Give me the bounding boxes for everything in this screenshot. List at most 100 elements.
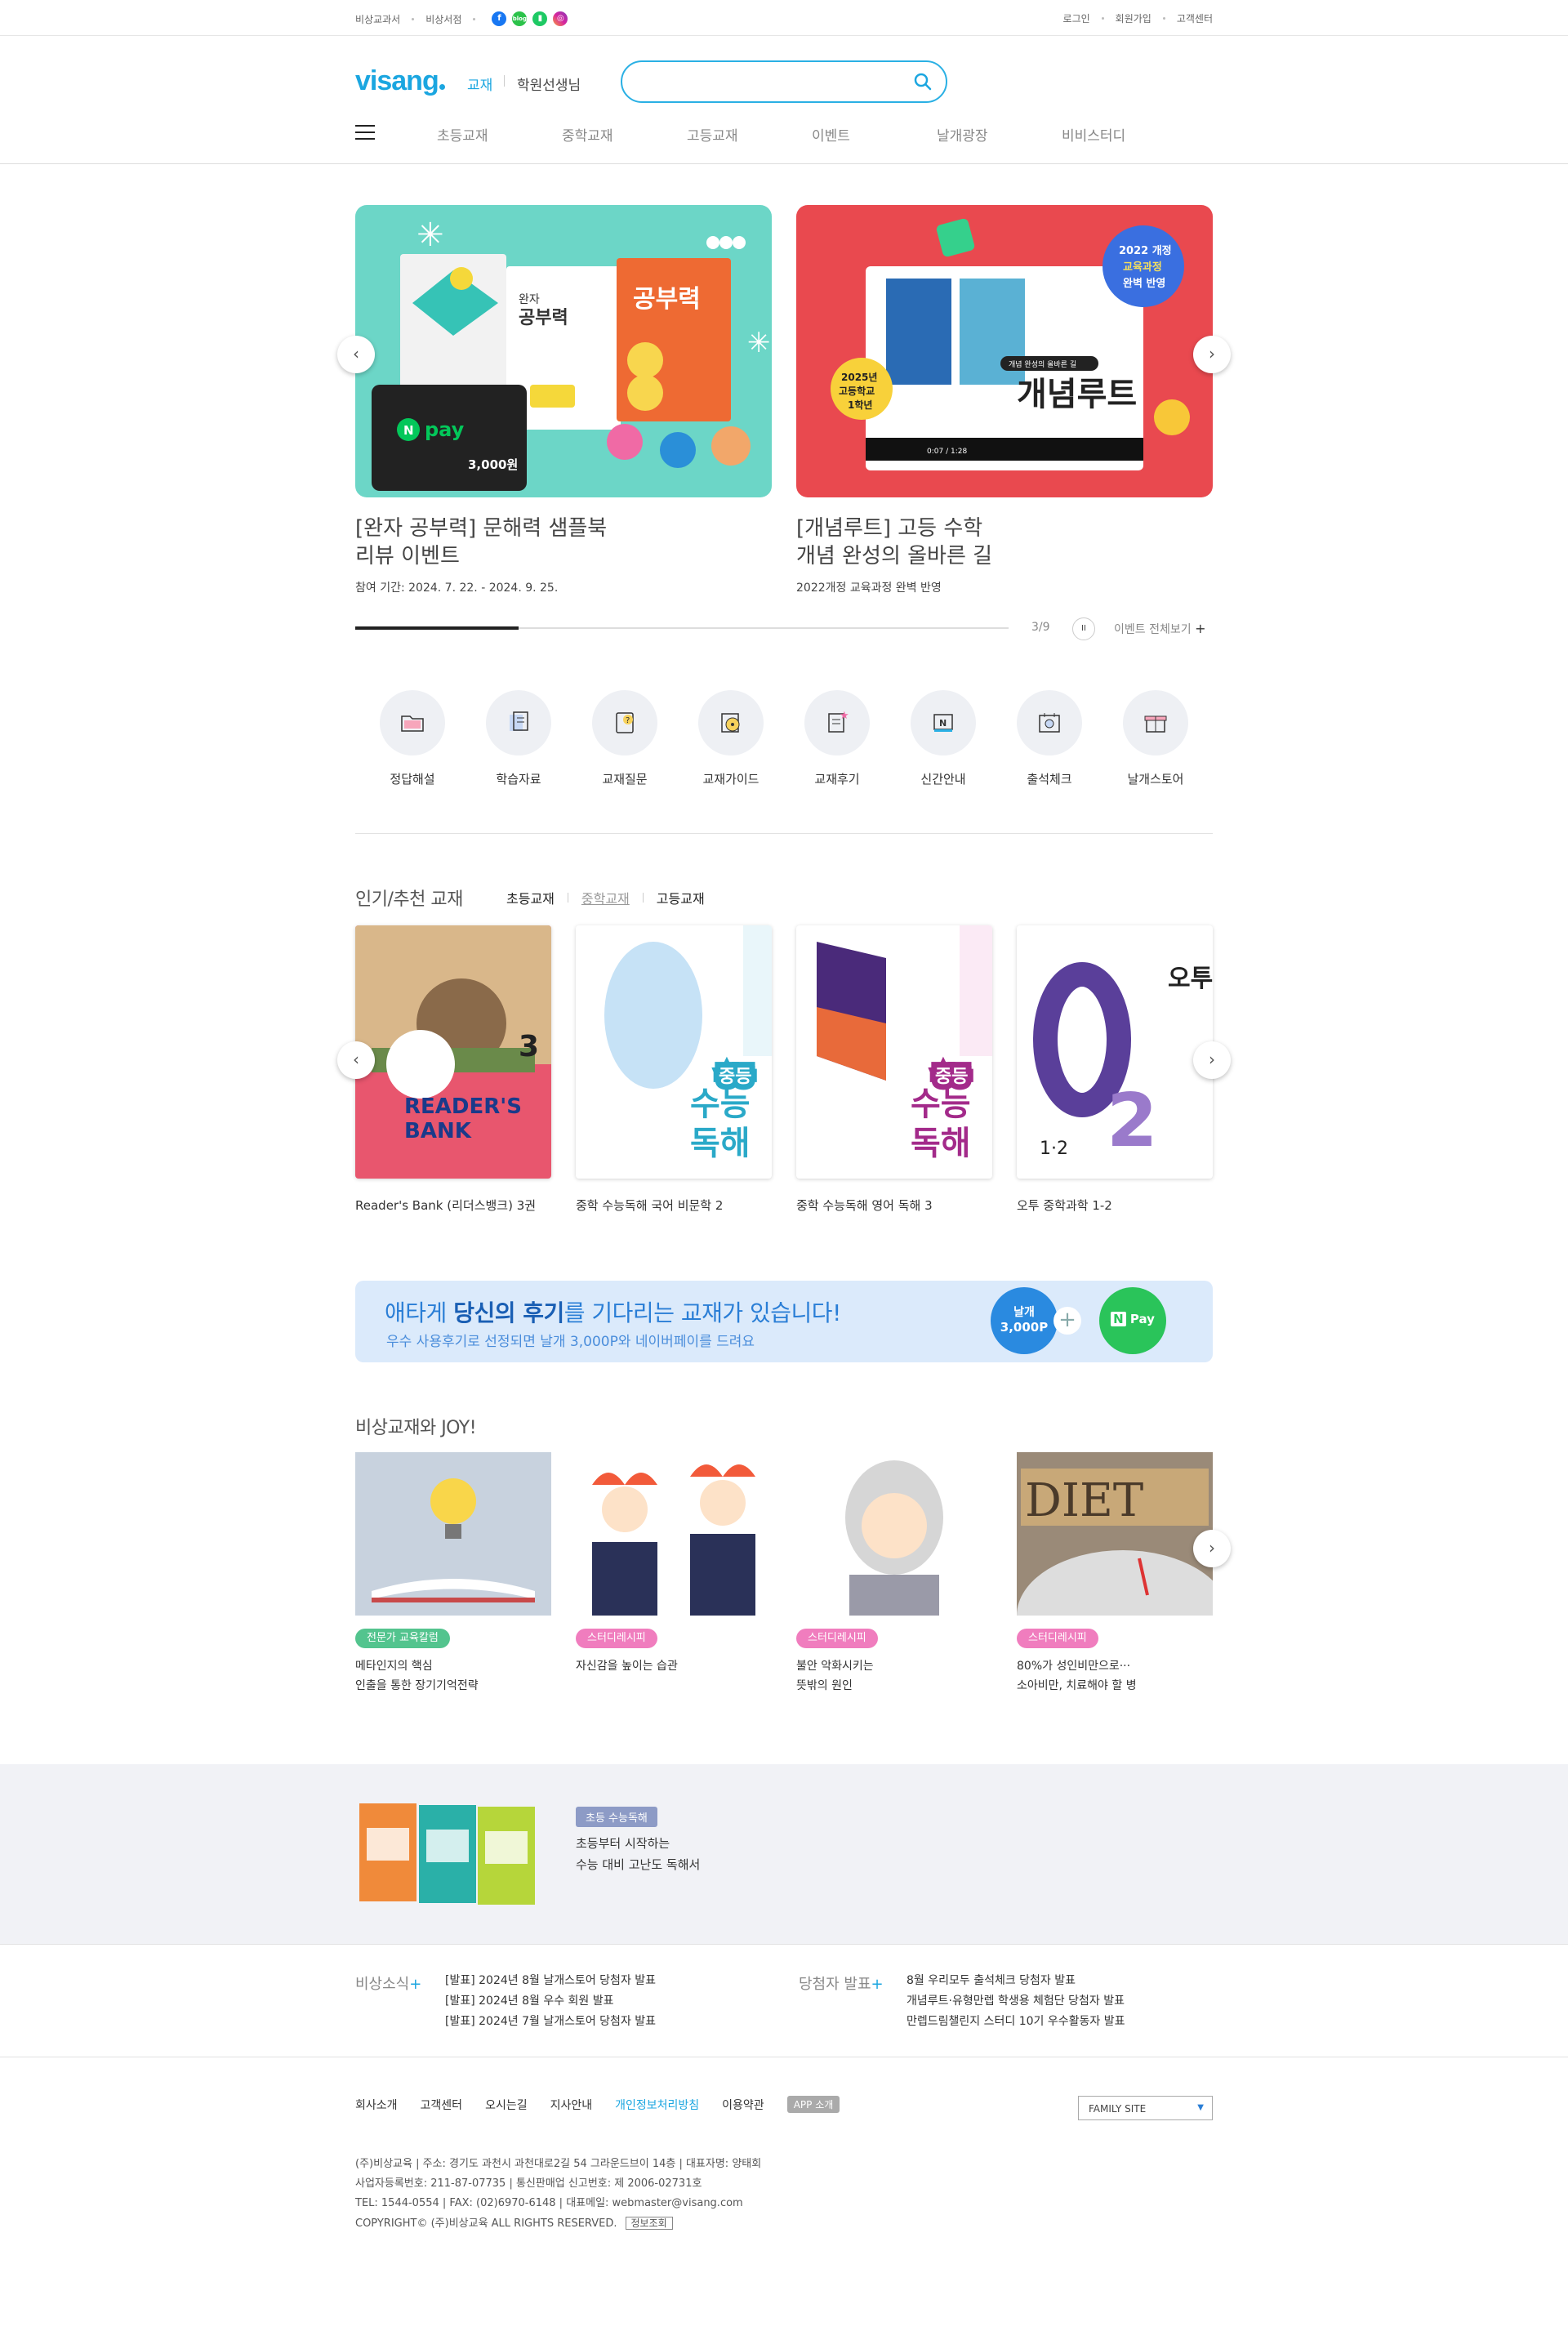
news-item[interactable]: [발표] 2024년 7월 날개스토어 당첨자 발표 (445, 2012, 656, 2032)
slider-progress-bar (355, 626, 1009, 630)
quick-reviews[interactable]: ★ 교재후기 (803, 690, 871, 787)
news-title[interactable]: 비상소식+ (355, 1972, 421, 1994)
search-input[interactable] (639, 62, 908, 101)
joy-title[interactable]: 메타인지의 핵심 인출을 통한 장기기억전략 (355, 1656, 479, 1696)
promo-books-image[interactable] (355, 1795, 551, 1910)
login-link[interactable]: 로그인 (1063, 11, 1090, 25)
footer-app-button[interactable]: APP 소개 (786, 2096, 840, 2113)
cover-line-1: 오투 (1168, 965, 1213, 993)
joy-thumb-anxious[interactable] (796, 1452, 992, 1616)
footer-link-company[interactable]: 회사소개 (355, 2097, 398, 2113)
banner-2-title[interactable]: [개념루트] 고등 수학 개념 완성의 올바른 길 (796, 515, 992, 570)
book-name[interactable]: Reader's Bank (리더스뱅크) 3권 (355, 1197, 536, 1214)
joy-thumb-students[interactable] (576, 1452, 772, 1616)
customer-center-link[interactable]: 고객센터 (1177, 11, 1213, 25)
main-navigation: 초등교재 중학교재 고등교재 이벤트 날개광장 비비스터디 (0, 117, 1568, 164)
news-item[interactable]: [발표] 2024년 8월 날개스토어 당첨자 발표 (445, 1971, 656, 1991)
footer-link-privacy[interactable]: 개인정보처리방침 (615, 2097, 699, 2113)
book-cover-art: 중등 수능 독해 (817, 925, 992, 1162)
nav-elementary[interactable]: 초등교재 (437, 124, 562, 145)
util-divider (473, 17, 476, 20)
joy-next-arrow[interactable]: › (1193, 1530, 1231, 1567)
npay-label: N Pay (1099, 1312, 1166, 1326)
nav-middle[interactable]: 중학교재 (562, 124, 687, 145)
footer-link-branches[interactable]: 지사안내 (550, 2097, 593, 2113)
pause-button[interactable]: II (1072, 617, 1095, 640)
talk-icon[interactable]: ▮ (532, 11, 548, 26)
joy-thumb-lightbulb[interactable] (355, 1452, 551, 1616)
book-name[interactable]: 중학 수능독해 영어 독해 3 (796, 1197, 933, 1214)
winners-list: 8월 우리모두 출석체크 당첨자 발표 개념루트·유형만렙 학생용 체험단 당첨… (906, 1971, 1125, 2032)
quick-attendance[interactable]: 출석체크 (1015, 690, 1084, 787)
banner-next-arrow[interactable]: › (1193, 336, 1231, 373)
joy-title[interactable]: 80%가 성인비만으로··· 소아비만, 치료해야 할 병 (1017, 1656, 1137, 1696)
joy-thumb-diet[interactable]: DIET (1017, 1452, 1213, 1616)
quick-answers[interactable]: 정답해설 (378, 690, 447, 787)
info-lookup-button[interactable]: 정보조회 (625, 2217, 673, 2230)
nav-wing-plaza[interactable]: 날개광장 (937, 124, 1062, 145)
book-name[interactable]: 중학 수능독해 국어 비문학 2 (576, 1197, 723, 1214)
event-banner-concept-root[interactable]: 개념 완성의 올바른 길 개념루트 0:07 / 1:28 2022 개정 교육… (796, 205, 1213, 497)
quick-questions[interactable]: ? 교재질문 (590, 690, 659, 787)
joy-title-line: 소아비만, 치료해야 할 병 (1017, 1679, 1137, 1692)
winner-item[interactable]: 개념루트·유형만렙 학생용 체험단 당첨자 발표 (906, 1991, 1125, 2012)
book-cover-middle-english[interactable]: 중등 수능 독해 (796, 925, 992, 1179)
nav-event[interactable]: 이벤트 (812, 124, 937, 145)
quick-label: 출석체크 (1027, 772, 1072, 787)
joy-title[interactable]: 불안 악화시키는 뜻밖의 원인 (796, 1656, 874, 1696)
signup-link[interactable]: 회원가입 (1116, 11, 1152, 25)
quick-new-books[interactable]: N 신간안내 (909, 690, 978, 787)
facebook-icon[interactable]: f (492, 11, 507, 26)
event-banner-wanja[interactable]: ✳ ✳ 완자 공부력 공부력 N pay 3,000원 (355, 205, 772, 497)
tab-high-books[interactable]: 고등교재 (657, 888, 705, 907)
review-note-icon: ★ (804, 690, 870, 755)
quick-materials[interactable]: 학습자료 (484, 690, 553, 787)
promo-text[interactable]: 초등부터 시작하는 수능 대비 고난도 독해서 (576, 1833, 700, 1875)
footer-link-directions[interactable]: 오시는길 (485, 2097, 528, 2113)
books-next-arrow[interactable]: › (1193, 1041, 1231, 1079)
quick-guide[interactable]: 교재가이드 (697, 690, 765, 787)
students-illustration (592, 1464, 755, 1616)
tab-elementary-books[interactable]: 초등교재 (506, 888, 555, 907)
logo-dot (439, 84, 445, 90)
family-site-select[interactable]: FAMILY SITE ▼ (1078, 2096, 1213, 2120)
util-divider (412, 17, 415, 20)
tab-textbook[interactable]: 교재 (467, 74, 492, 94)
news-item[interactable]: [발표] 2024년 8월 우수 회원 발표 (445, 1991, 656, 2012)
tab-middle-books[interactable]: 중학교재 (581, 888, 630, 907)
blog-icon[interactable]: blog (512, 11, 528, 26)
visang-logo[interactable]: visang (355, 65, 445, 97)
review-banner[interactable]: 애타게 당신의 후기를 기다리는 교재가 있습니다! 우수 사용후기로 선정되면… (355, 1281, 1213, 1362)
anxious-woman-illustration (845, 1460, 943, 1616)
banner-prev-arrow[interactable]: ‹ (337, 336, 375, 373)
news-list: [발표] 2024년 8월 날개스토어 당첨자 발표 [발표] 2024년 8월… (445, 1971, 656, 2032)
joy-title-line: 메타인지의 핵심 (355, 1660, 433, 1673)
winners-title[interactable]: 당첨자 발표+ (799, 1972, 884, 1994)
instagram-icon[interactable]: ◎ (553, 11, 568, 26)
winner-item[interactable]: 8월 우리모두 출석체크 당첨자 발표 (906, 1971, 1125, 1991)
book-name[interactable]: 오투 중학과학 1-2 (1017, 1197, 1112, 1214)
info-line: 사업자등록번호: 211-87-07735 | 통신판매업 신고번호: 제 20… (355, 2177, 702, 2190)
nav-bibi-study[interactable]: 비비스터디 (1062, 124, 1187, 145)
winner-item[interactable]: 만렙드림챌린지 스터디 10기 우수활동자 발표 (906, 2012, 1125, 2032)
joy-title[interactable]: 자신감을 높이는 습관 (576, 1656, 678, 1676)
util-link-textbook[interactable]: 비상교과서 (355, 12, 400, 26)
all-events-link[interactable]: 이벤트 전체보기 + (1114, 621, 1205, 637)
books-prev-arrow[interactable]: ‹ (337, 1041, 375, 1079)
divider (355, 833, 1213, 834)
hamburger-menu-icon[interactable] (355, 125, 375, 141)
banner-1-title[interactable]: [완자 공부력] 문해력 샘플북 리뷰 이벤트 (355, 515, 607, 570)
plus-icon: + (871, 1976, 884, 1993)
util-link-bookstore[interactable]: 비상서점 (425, 12, 461, 26)
footer-link-terms[interactable]: 이용약관 (722, 2097, 764, 2113)
book-cover-readers-bank[interactable]: 3 READER'S BANK (355, 925, 551, 1179)
book-cover-otu-science[interactable]: 오투 2 1·2 (1017, 925, 1213, 1179)
nav-high[interactable]: 고등교재 (687, 124, 812, 145)
quick-menu: 정답해설 학습자료 ? 교재질문 교재가이드 ★ 교재후기 N 신간안내 출석체크 날… (355, 690, 1213, 787)
svg-text:★: ★ (840, 710, 849, 722)
quick-store[interactable]: 날개스토어 (1121, 690, 1190, 787)
search-icon[interactable] (913, 72, 933, 91)
tab-academy-teacher[interactable]: 학원선생님 (517, 74, 581, 94)
footer-link-customer[interactable]: 고객센터 (421, 2097, 463, 2113)
book-cover-middle-korean[interactable]: 중등 수능 독해 (576, 925, 772, 1179)
